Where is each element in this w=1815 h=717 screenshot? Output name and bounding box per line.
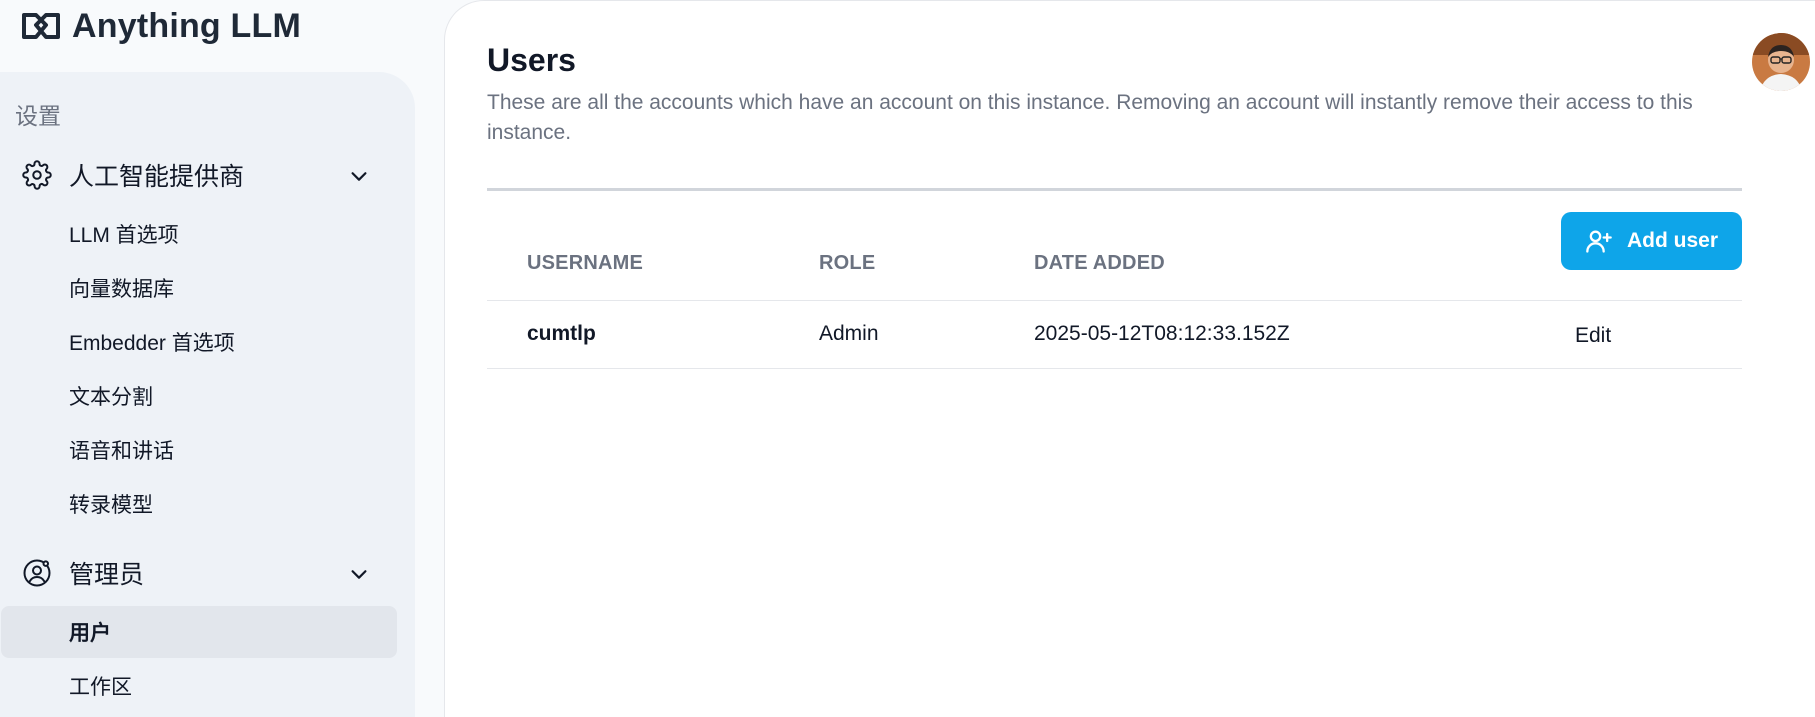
- user-plus-icon: [1586, 230, 1612, 253]
- cell-username: cumtlp: [527, 322, 596, 345]
- cell-date-added: 2025-05-12T08:12:33.152Z: [1034, 322, 1290, 345]
- sidebar-group-label: 人工智能提供商: [69, 163, 245, 191]
- sidebar-group-label: 管理员: [69, 561, 145, 589]
- brand-name: Anything LLM: [72, 6, 302, 45]
- user-gear-icon: [23, 559, 51, 587]
- cell-role: Admin: [819, 322, 879, 345]
- column-header-date-added: DATE ADDED: [1034, 252, 1165, 274]
- sidebar-group-admin[interactable]: 管理员: [22, 553, 382, 593]
- sidebar-item-users[interactable]: 用户: [1, 606, 397, 658]
- table-row-divider: [487, 368, 1742, 369]
- user-avatar-icon: [1752, 33, 1810, 91]
- column-header-username: USERNAME: [527, 252, 644, 274]
- sidebar-item-transcription-model[interactable]: 转录模型: [1, 478, 397, 530]
- chevron-down-icon[interactable]: [348, 563, 370, 585]
- edit-user-button[interactable]: Edit: [1575, 324, 1611, 348]
- avatar[interactable]: [1752, 33, 1810, 91]
- app-root: Anything LLM 设置 人工智能提供商 LLM 首选项 向量数据库 Em…: [0, 0, 1815, 717]
- sidebar-heading: 设置: [15, 103, 61, 129]
- gear-icon: [22, 160, 52, 190]
- sidebar-item-vector-database[interactable]: 向量数据库: [1, 262, 397, 314]
- table-header-divider: [487, 300, 1742, 301]
- sidebar-item-text-splitting[interactable]: 文本分割: [1, 370, 397, 422]
- sidebar-group-ai-providers[interactable]: 人工智能提供商: [22, 155, 382, 195]
- sidebar-item-workspaces[interactable]: 工作区: [1, 660, 397, 712]
- chevron-down-icon[interactable]: [348, 165, 370, 187]
- page-title: Users: [487, 42, 576, 78]
- add-user-button[interactable]: Add user: [1561, 212, 1742, 270]
- sidebar-item-llm-preferences[interactable]: LLM 首选项: [1, 208, 397, 260]
- brand-logo-block[interactable]: Anything LLM: [20, 6, 301, 46]
- add-user-label: Add user: [1626, 229, 1718, 252]
- column-header-role: ROLE: [819, 252, 876, 274]
- page-description: These are all the accounts which have an…: [487, 91, 1693, 144]
- sidebar-item-voice-speech[interactable]: 语音和讲话: [1, 424, 397, 476]
- header-divider: [487, 188, 1742, 191]
- sidebar-item-embedder-preferences[interactable]: Embedder 首选项: [1, 316, 397, 368]
- anything-llm-logo-icon: [22, 13, 60, 39]
